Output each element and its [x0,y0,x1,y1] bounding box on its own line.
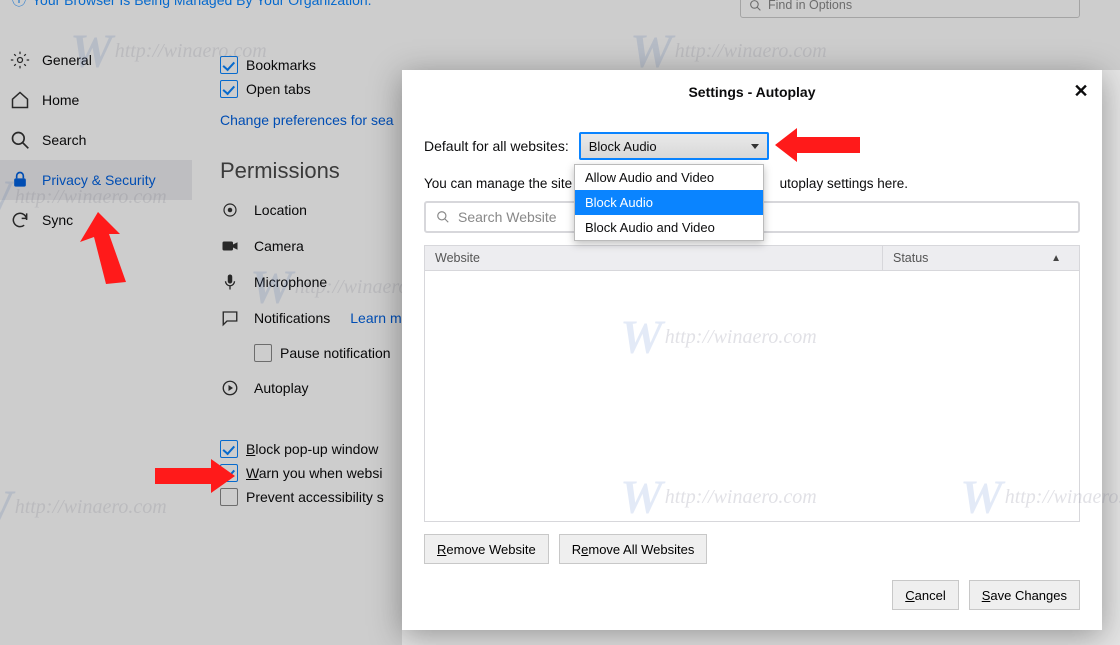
sidebar-item-label: Search [42,132,86,148]
checkbox-icon [220,488,238,506]
autoplay-icon [220,378,240,398]
col-website[interactable]: Website [425,246,883,270]
location-icon [220,200,240,220]
chevron-down-icon [751,144,759,149]
camera-icon [220,236,240,256]
sidebar-item-sync[interactable]: Sync [0,200,192,240]
search-icon [436,210,450,224]
checkbox-icon [254,344,272,362]
home-icon [10,90,30,110]
cancel-button[interactable]: Cancel [892,580,958,610]
sidebar-item-label: Privacy & Security [42,172,156,188]
remove-all-websites-button[interactable]: Remove All Websites [559,534,708,564]
default-dropdown: Allow Audio and Video Block Audio Block … [574,164,764,241]
sort-caret-icon: ▲ [1051,253,1069,264]
websites-table [424,271,1080,522]
col-status[interactable]: Status ▲ [883,246,1079,270]
option-block-audio[interactable]: Block Audio [575,190,763,215]
checkbox-icon [220,56,238,74]
checkbox-icon [220,440,238,458]
default-label: Default for all websites: [424,138,569,154]
sidebar-item-home[interactable]: Home [0,80,192,120]
close-icon[interactable]: ✕ [1070,80,1092,102]
sidebar-item-search[interactable]: Search [0,120,192,160]
remove-website-button[interactable]: Remove Website [424,534,549,564]
gear-icon [10,50,30,70]
sidebar: General Home Search Privacy & Security S… [0,40,200,645]
lock-icon [10,170,30,190]
default-select[interactable]: Block Audio [579,132,769,160]
chat-icon [220,308,240,328]
sidebar-item-label: Sync [42,212,73,228]
find-in-options[interactable]: Find in Options [740,0,1080,18]
sidebar-item-label: General [42,52,92,68]
autoplay-settings-dialog: Settings - Autoplay ✕ Default for all we… [402,70,1102,630]
option-allow[interactable]: Allow Audio and Video [575,165,763,190]
sidebar-item-privacy[interactable]: Privacy & Security [0,160,192,200]
checkbox-icon [220,80,238,98]
dialog-title: Settings - Autoplay ✕ [402,70,1102,110]
sync-icon [10,210,30,230]
checkbox-icon [220,464,238,482]
learn-more-link[interactable]: Learn m [350,310,401,326]
option-block-av[interactable]: Block Audio and Video [575,215,763,240]
search-icon [10,130,30,150]
sidebar-item-general[interactable]: General [0,40,192,80]
microphone-icon [220,272,240,292]
save-changes-button[interactable]: Save Changes [969,580,1080,610]
search-icon [749,0,762,12]
sidebar-item-label: Home [42,92,79,108]
table-header: Website Status ▲ [424,245,1080,271]
